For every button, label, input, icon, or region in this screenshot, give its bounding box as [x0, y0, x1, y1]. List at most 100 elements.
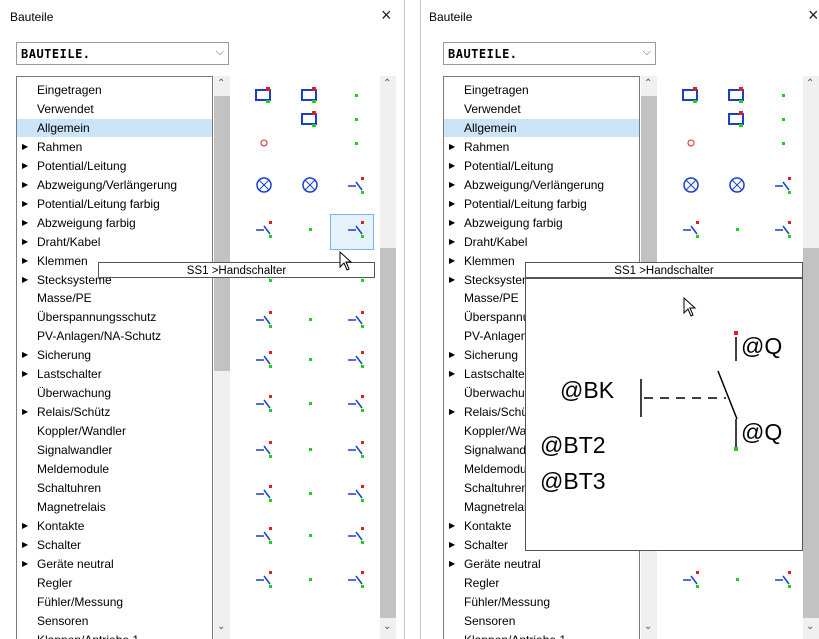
list-item[interactable]: PV-Anlagen/NA-Schutz: [17, 327, 212, 345]
list-item[interactable]: Regler: [444, 574, 639, 592]
list-item[interactable]: Signalwandler: [17, 441, 212, 459]
schematic-symbol-icon[interactable]: [296, 524, 324, 546]
schematic-symbol-icon[interactable]: [342, 132, 370, 154]
list-item[interactable]: ▶ Rahmen: [444, 138, 639, 156]
scroll-up-icon[interactable]: ⌃: [644, 78, 652, 89]
schematic-symbol-icon[interactable]: [342, 348, 370, 370]
list-item[interactable]: ▶ Potential/Leitung: [17, 157, 212, 175]
list-item[interactable]: ▶ Rahmen: [17, 138, 212, 156]
expand-arrow-icon[interactable]: ▶: [22, 517, 28, 535]
list-item[interactable]: ▶ Draht/Kabel: [17, 233, 212, 251]
expand-arrow-icon[interactable]: ▶: [22, 271, 28, 289]
schematic-symbol-icon[interactable]: [723, 174, 751, 196]
symbol-grid[interactable]: [238, 76, 378, 639]
list-item[interactable]: Magnetrelais: [17, 498, 212, 516]
scroll-down-icon[interactable]: ⌄: [383, 621, 391, 632]
expand-arrow-icon[interactable]: ▶: [449, 157, 455, 175]
schematic-symbol-icon[interactable]: [769, 568, 797, 590]
expand-arrow-icon[interactable]: ▶: [22, 536, 28, 554]
schematic-symbol-icon[interactable]: [677, 174, 705, 196]
close-icon[interactable]: ×: [808, 6, 819, 24]
schematic-symbol-icon[interactable]: [250, 308, 278, 330]
expand-arrow-icon[interactable]: ▶: [22, 176, 28, 194]
schematic-symbol-icon[interactable]: [342, 84, 370, 106]
schematic-symbol-icon[interactable]: [296, 84, 324, 106]
list-item[interactable]: Allgemein: [444, 118, 639, 137]
schematic-symbol-icon[interactable]: [769, 108, 797, 130]
category-dropdown[interactable]: BAUTEILE. ⌵: [443, 42, 656, 65]
scroll-up-icon[interactable]: ⌃: [217, 78, 225, 89]
schematic-symbol-icon[interactable]: [769, 84, 797, 106]
scroll-up-icon[interactable]: ⌃: [383, 78, 391, 89]
category-dropdown[interactable]: BAUTEILE. ⌵: [16, 42, 229, 65]
expand-arrow-icon[interactable]: ▶: [449, 271, 455, 289]
schematic-symbol-icon[interactable]: [296, 392, 324, 414]
expand-arrow-icon[interactable]: ▶: [22, 233, 28, 251]
expand-arrow-icon[interactable]: ▶: [449, 517, 455, 535]
schematic-symbol-icon[interactable]: [342, 438, 370, 460]
list-item[interactable]: ▶ Potential/Leitung: [444, 157, 639, 175]
scrollbar-thumb[interactable]: [803, 248, 819, 618]
schematic-symbol-icon[interactable]: [250, 132, 278, 154]
list-item[interactable]: Fühler/Messung: [444, 593, 639, 611]
expand-arrow-icon[interactable]: ▶: [22, 157, 28, 175]
schematic-symbol-icon[interactable]: [342, 174, 370, 196]
list-item[interactable]: Schaltuhren: [17, 479, 212, 497]
scroll-up-icon[interactable]: ⌃: [806, 78, 814, 89]
list-item[interactable]: ▶ Sicherung: [17, 346, 212, 364]
expand-arrow-icon[interactable]: ▶: [449, 252, 455, 270]
expand-arrow-icon[interactable]: ▶: [449, 233, 455, 251]
schematic-symbol-icon[interactable]: [296, 108, 324, 130]
schematic-symbol-icon[interactable]: [250, 524, 278, 546]
schematic-symbol-icon[interactable]: [723, 218, 751, 240]
list-item[interactable]: Regler: [17, 574, 212, 592]
schematic-symbol-icon[interactable]: [677, 132, 705, 154]
list-item[interactable]: Überspannungsschutz: [17, 308, 212, 326]
category-list[interactable]: Eingetragen Verwendet Allgemein ▶ Rahmen ▶ Pot…: [16, 76, 213, 639]
list-item[interactable]: ▶ Potential/Leitung farbig: [444, 195, 639, 213]
schematic-symbol-icon[interactable]: [296, 174, 324, 196]
schematic-symbol-icon[interactable]: [769, 132, 797, 154]
schematic-symbol-icon[interactable]: [296, 218, 324, 240]
schematic-symbol-icon[interactable]: [723, 84, 751, 106]
list-item[interactable]: Masse/PE: [17, 289, 212, 307]
list-item[interactable]: Sensoren: [444, 612, 639, 630]
expand-arrow-icon[interactable]: ▶: [22, 346, 28, 364]
expand-arrow-icon[interactable]: ▶: [449, 138, 455, 156]
scroll-down-icon[interactable]: ⌄: [644, 621, 652, 632]
list-item[interactable]: ▶ Potential/Leitung farbig: [17, 195, 212, 213]
expand-arrow-icon[interactable]: ▶: [22, 138, 28, 156]
list-item[interactable]: ▶ Schalter: [17, 536, 212, 554]
list-item[interactable]: Koppler/Wandler: [17, 422, 212, 440]
list-item[interactable]: ▶ Abzweigung/Verlängerung: [17, 176, 212, 194]
scrollbar-thumb[interactable]: [214, 96, 230, 371]
schematic-symbol-icon[interactable]: [296, 308, 324, 330]
schematic-symbol-icon[interactable]: [296, 482, 324, 504]
list-item[interactable]: Meldemodule: [17, 460, 212, 478]
schematic-symbol-icon[interactable]: [250, 348, 278, 370]
schematic-symbol-icon[interactable]: [769, 174, 797, 196]
expand-arrow-icon[interactable]: ▶: [22, 365, 28, 383]
schematic-symbol-icon[interactable]: [342, 308, 370, 330]
schematic-symbol-icon[interactable]: [342, 392, 370, 414]
schematic-symbol-icon[interactable]: [342, 218, 370, 240]
symbol-grid-scrollbar[interactable]: ⌃ ⌄: [803, 76, 819, 639]
list-item[interactable]: ▶ Draht/Kabel: [444, 233, 639, 251]
schematic-symbol-icon[interactable]: [723, 108, 751, 130]
list-item[interactable]: Klappen/Antriebe 1: [17, 631, 212, 639]
schematic-symbol-icon[interactable]: [250, 568, 278, 590]
schematic-symbol-icon[interactable]: [769, 218, 797, 240]
category-list-scrollbar[interactable]: ⌃ ⌄: [214, 76, 230, 639]
schematic-symbol-icon[interactable]: [250, 392, 278, 414]
schematic-symbol-icon[interactable]: [250, 438, 278, 460]
expand-arrow-icon[interactable]: ▶: [22, 403, 28, 421]
expand-arrow-icon[interactable]: ▶: [449, 214, 455, 232]
list-item[interactable]: ▶ Geräte neutral: [444, 555, 639, 573]
schematic-symbol-icon[interactable]: [296, 438, 324, 460]
list-item[interactable]: ▶ Kontakte: [17, 517, 212, 535]
scrollbar-thumb[interactable]: [380, 248, 396, 618]
expand-arrow-icon[interactable]: ▶: [22, 555, 28, 573]
list-item[interactable]: ▶ Lastschalter: [17, 365, 212, 383]
schematic-symbol-icon[interactable]: [342, 482, 370, 504]
schematic-symbol-icon[interactable]: [296, 348, 324, 370]
